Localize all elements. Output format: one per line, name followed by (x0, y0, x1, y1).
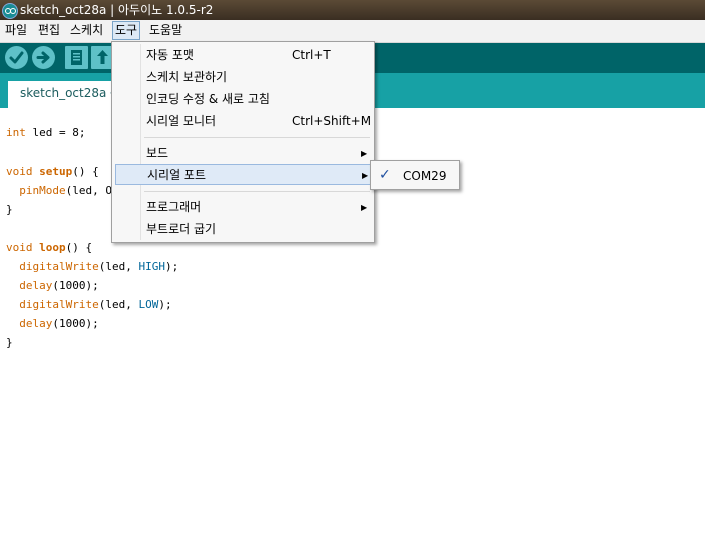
menu-item-fix-encoding[interactable]: 인코딩 수정 & 새로 고침 (115, 89, 371, 110)
menu-separator (144, 191, 370, 192)
serial-port-com29[interactable]: ✓ COM29 (373, 163, 457, 187)
menu-item-programmer[interactable]: 프로그래머 ▶ (115, 197, 371, 218)
submenu-arrow-icon: ▶ (361, 203, 368, 212)
code-line: } (6, 203, 13, 216)
new-sketch-button[interactable] (65, 46, 88, 69)
menu-help[interactable]: 도움말 (147, 22, 184, 39)
code-line: digitalWrite(led, HIGH); (19, 260, 179, 273)
menu-sketch[interactable]: 스케치 (68, 22, 105, 39)
code-line: delay(1000); (19, 279, 99, 292)
code-line: delay(1000); (19, 317, 99, 330)
new-icon (71, 50, 82, 65)
code-line: void loop() { (6, 241, 93, 254)
menu-bar: 파일 편집 스케치 도구 도움말 (0, 20, 705, 43)
verify-icon (9, 51, 24, 64)
menu-separator (144, 137, 370, 138)
serial-port-submenu: ✓ COM29 (370, 160, 460, 190)
submenu-arrow-icon: ▶ (362, 171, 369, 180)
menu-edit[interactable]: 편집 (36, 22, 62, 39)
code-line: int led = 8; (6, 126, 86, 139)
upload-button[interactable] (32, 46, 55, 69)
menu-item-burn-bootloader[interactable]: 부트로더 굽기 (115, 219, 371, 240)
tab-label: sketch_oct28a § (20, 86, 117, 100)
code-line: pinMode(led, OUT (19, 184, 126, 197)
menu-item-serial-port[interactable]: 시리얼 포트 ▶ (115, 164, 371, 185)
menu-item-auto-format[interactable]: 자동 포맷 Ctrl+T (115, 45, 371, 66)
checkmark-icon: ✓ (379, 167, 391, 183)
window-title: sketch_oct28a | 아두이노 1.0.5-r2 (20, 3, 214, 17)
menu-item-serial-monitor[interactable]: 시리얼 모니터 Ctrl+Shift+M (115, 111, 371, 132)
upload-icon (36, 51, 50, 64)
verify-button[interactable] (5, 46, 28, 69)
submenu-arrow-icon: ▶ (361, 149, 368, 158)
arduino-logo-icon (2, 3, 18, 19)
menu-item-board[interactable]: 보드 ▶ (115, 143, 371, 164)
code-line: } (6, 336, 13, 349)
code-line: void setup() { (6, 165, 99, 178)
title-bar: sketch_oct28a | 아두이노 1.0.5-r2 (0, 0, 705, 20)
menu-tools[interactable]: 도구 (112, 21, 141, 40)
tools-menu: 자동 포맷 Ctrl+T 스케치 보관하기 인코딩 수정 & 새로 고침 시리얼… (111, 41, 375, 243)
menu-file[interactable]: 파일 (3, 22, 29, 39)
menu-item-archive-sketch[interactable]: 스케치 보관하기 (115, 67, 371, 88)
code-line: digitalWrite(led, LOW); (19, 298, 172, 311)
